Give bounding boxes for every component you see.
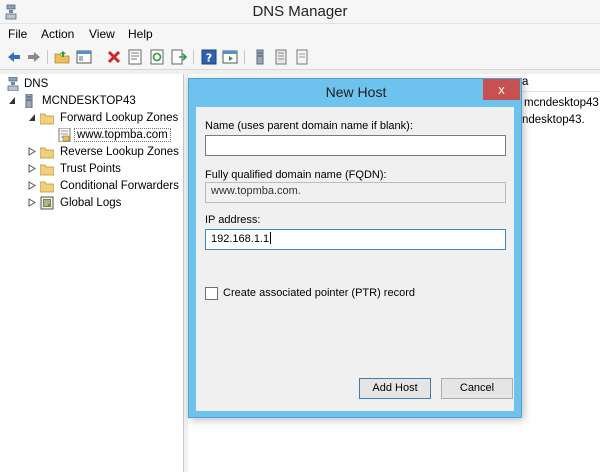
tree-label: Forward Lookup Zones [60,112,179,124]
fqdn-label: Fully qualified domain name (FQDN): [205,169,387,181]
collapsed-arrow-icon[interactable] [28,181,36,190]
ip-address-value: 192.168.1.1 [211,233,270,245]
menu-bar: File Action View Help [0,24,600,44]
server-icon[interactable] [252,49,268,65]
name-label: Name (uses parent domain name if blank): [205,120,413,132]
ip-address-label: IP address: [205,214,261,226]
new-host-dialog: New Host x Name (uses parent domain name… [188,78,522,418]
toolbar: ? [0,44,600,70]
tree-label: Global Logs [60,197,122,209]
zone-icon[interactable] [273,49,289,65]
dialog-title: New Host [325,84,387,100]
toolbar-separator [244,50,245,64]
folder-icon [40,113,54,125]
toolbar-separator [47,50,48,64]
show-pane-icon[interactable] [222,49,238,65]
tree-label: Reverse Lookup Zones [60,146,179,158]
console-tree: DNS MCNDESKTOP43 Forward Lookup Zones ww… [0,74,184,472]
properties-icon[interactable] [127,49,143,65]
add-host-button[interactable]: Add Host [359,378,431,399]
help-icon[interactable]: ? [201,49,217,65]
folder-icon [40,181,54,193]
refresh-icon[interactable] [149,49,165,65]
dialog-body: Name (uses parent domain name if blank):… [196,107,514,411]
dns-server-icon [7,77,19,91]
folder-icon [40,164,54,176]
collapsed-arrow-icon[interactable] [28,164,36,173]
collapsed-arrow-icon[interactable] [28,198,36,207]
server-icon [25,94,33,108]
tree-label: DNS [24,78,49,90]
expanded-arrow-icon[interactable] [28,113,36,122]
tree-label: Trust Points [60,163,121,175]
name-input[interactable] [205,135,506,156]
record-data[interactable]: ndesktop43. [522,114,585,126]
event-log-icon [40,196,54,210]
text-caret [270,232,272,244]
record-data[interactable]: mcndesktop43 [524,97,599,109]
window-title: DNS Manager [252,3,348,20]
delete-icon[interactable] [106,49,122,65]
folder-icon [40,147,54,159]
tree-label: Conditional Forwarders [60,180,179,192]
close-button[interactable]: x [483,79,520,100]
menu-file[interactable]: File [8,27,27,41]
ip-address-input[interactable]: 192.168.1.1 [205,229,506,250]
menu-view[interactable]: View [89,27,115,41]
export-list-icon[interactable] [171,49,187,65]
folder-up-icon[interactable] [54,49,70,65]
tree-label: MCNDESKTOP43 [42,95,136,107]
ptr-record-checkbox[interactable] [205,287,218,300]
back-arrow-icon[interactable] [6,49,22,65]
expanded-arrow-icon[interactable] [8,96,16,105]
file-icon[interactable] [294,49,310,65]
cancel-button[interactable]: Cancel [441,378,513,399]
zone-file-icon [58,128,71,142]
menu-action[interactable]: Action [41,27,74,41]
title-bar: DNS Manager [0,0,600,24]
forward-arrow-icon[interactable] [26,49,42,65]
ptr-record-label[interactable]: Create associated pointer (PTR) record [223,287,415,299]
menu-help[interactable]: Help [128,27,153,41]
tree-label: www.topmba.com [74,128,171,142]
svg-text:?: ? [206,52,212,65]
fqdn-field: www.topmba.com. [205,182,506,203]
close-icon: x [498,82,505,97]
toolbar-separator [193,50,194,64]
collapsed-arrow-icon[interactable] [28,147,36,156]
console-tree-icon[interactable] [76,49,92,65]
